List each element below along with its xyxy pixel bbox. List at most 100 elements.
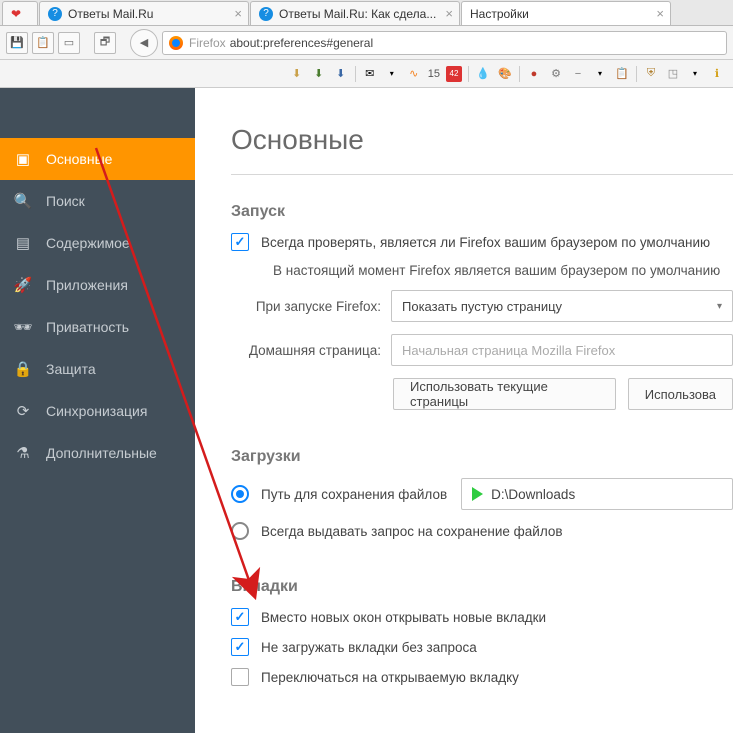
sidebar-item-label: Приложения (46, 277, 128, 293)
info-icon[interactable]: ℹ (709, 66, 725, 82)
sidebar-item-search[interactable]: 🔍 Поиск (0, 180, 195, 222)
download-path-value: D:\Downloads (491, 487, 575, 502)
mailru-icon: ? (48, 7, 62, 21)
tab-label: Ответы Mail.Ru (68, 7, 153, 21)
sidebar-item-sync[interactable]: ⟳Синхронизация (0, 390, 195, 432)
browser-tab-active[interactable]: Настройки × (461, 1, 671, 25)
default-browser-checkbox-row[interactable]: ✓ Всегда проверять, является ли Firefox … (231, 233, 733, 251)
checkbox-label: Переключаться на открываемую вкладку (261, 670, 519, 685)
window-icon: ▣ (14, 150, 32, 168)
use-bookmark-button[interactable]: Использова (628, 378, 733, 410)
divider (231, 174, 733, 175)
tabs-cb1-row[interactable]: ✓ Вместо новых окон открывать новые вкла… (231, 608, 733, 626)
browser-tab[interactable]: ? Ответы Mail.Ru × (39, 1, 249, 25)
preferences-window: ▣ Основные 🔍 Поиск ▤ Содержимое 🚀 Приложения… (0, 88, 733, 733)
section-heading-downloads: Загрузки (231, 448, 733, 466)
separator (519, 66, 520, 82)
radio-unselected[interactable] (231, 522, 249, 540)
sidebar-item-general[interactable]: ▣ Основные (0, 138, 195, 180)
sidebar-item-label: Дополнительные (46, 445, 157, 461)
gear-icon[interactable]: ⚙ (548, 66, 564, 82)
download-path-radio-row[interactable]: Путь для сохранения файлов D:\Downloads (231, 478, 733, 510)
checkbox-checked[interactable]: ✓ (231, 233, 249, 251)
checkbox-label: Не загружать вкладки без запроса (261, 640, 477, 655)
firefox-icon (169, 36, 183, 50)
sidebar-item-apps[interactable]: 🚀 Приложения (0, 264, 195, 306)
preferences-sidebar: ▣ Основные 🔍 Поиск ▤ Содержимое 🚀 Приложения… (0, 88, 195, 733)
beaker-icon: ⚗ (14, 444, 32, 462)
cube-icon[interactable]: ◳ (665, 66, 681, 82)
page-title: Основные (231, 124, 733, 156)
default-browser-status: В настоящий момент Firefox является ваши… (231, 263, 733, 278)
sidebar-item-privacy[interactable]: 🕶 Приватность (0, 306, 195, 348)
input-placeholder: Начальная страница Mozilla Firefox (402, 343, 615, 358)
sidebar-item-label: Содержимое (46, 235, 130, 251)
on-start-select[interactable]: Показать пустую страницу ▾ (391, 290, 733, 322)
browser-tab[interactable]: ? Ответы Mail.Ru: Как сдела... × (250, 1, 460, 25)
tabs-cb3-row[interactable]: ✓ Переключаться на открываемую вкладку (231, 668, 733, 686)
clipboard-icon[interactable]: 📋 (614, 66, 630, 82)
back-button[interactable]: ◀ (130, 29, 158, 57)
download-arrow-icon[interactable]: ⬇ (311, 66, 327, 82)
section-heading-tabs: Вкладки (231, 578, 733, 596)
checkbox-label: Вместо новых окон открывать новые вкладк… (261, 610, 546, 625)
browser-tab-strip: ❤ ? Ответы Mail.Ru × ? Ответы Mail.Ru: К… (0, 0, 733, 26)
download-path-field[interactable]: D:\Downloads (461, 478, 733, 510)
close-icon[interactable]: × (234, 6, 242, 21)
mask-icon: 🕶 (14, 318, 32, 336)
caret-icon: ▾ (384, 66, 400, 82)
homepage-input[interactable]: Начальная страница Mozilla Firefox (391, 334, 733, 366)
preferences-content: Основные Запуск ✓ Всегда проверять, явля… (195, 88, 733, 733)
heart-icon: ❤ (11, 7, 25, 21)
sidebar-item-label: Синхронизация (46, 403, 147, 419)
record-icon[interactable]: ● (526, 66, 542, 82)
use-current-pages-button[interactable]: Использовать текущие страницы (393, 378, 616, 410)
droplet-icon[interactable]: 💧 (475, 66, 491, 82)
calendar-icon[interactable]: 42 (446, 66, 462, 82)
lock-icon: 🔒 (14, 360, 32, 378)
tab-label: Ответы Mail.Ru: Как сдела... (279, 7, 436, 21)
window-icon[interactable]: 🗗 (94, 32, 116, 54)
counter-badge: 15 (428, 68, 440, 80)
sidebar-item-label: Приватность (46, 319, 129, 335)
checkbox-unchecked[interactable]: ✓ (231, 668, 249, 686)
download-arrow-icon[interactable]: ⬇ (333, 66, 349, 82)
rss-icon[interactable]: ∿ (406, 66, 422, 82)
section-heading-startup: Запуск (231, 203, 733, 221)
save-icon[interactable]: 💾 (6, 32, 28, 54)
caret-icon: ▾ (687, 66, 703, 82)
checkbox-checked[interactable]: ✓ (231, 608, 249, 626)
download-ask-radio-row[interactable]: Всегда выдавать запрос на сохранение фай… (231, 522, 733, 540)
tabs-cb2-row[interactable]: ✓ Не загружать вкладки без запроса (231, 638, 733, 656)
identity-label: Firefox (189, 36, 226, 50)
sidebar-item-advanced[interactable]: ⚗ Дополнительные (0, 432, 195, 474)
mail-icon[interactable]: ✉ (362, 66, 378, 82)
tabs-icon[interactable]: ▭ (58, 32, 80, 54)
palette-icon[interactable]: 🎨 (497, 66, 513, 82)
minus-icon[interactable]: − (570, 66, 586, 82)
download-arrow-icon[interactable]: ⬇ (289, 66, 305, 82)
sidebar-item-label: Основные (46, 151, 112, 167)
sidebar-item-label: Поиск (46, 193, 85, 209)
select-value: Показать пустую страницу (402, 299, 562, 314)
copy-icon[interactable]: 📋 (32, 32, 54, 54)
sidebar-item-content[interactable]: ▤ Содержимое (0, 222, 195, 264)
sidebar-item-security[interactable]: 🔒Защита (0, 348, 195, 390)
rocket-icon: 🚀 (14, 276, 32, 294)
url-text: about:preferences#general (230, 36, 373, 50)
pinned-tab[interactable]: ❤ (2, 1, 38, 25)
homepage-label: Домашняя страница: (231, 343, 381, 358)
close-icon[interactable]: × (656, 6, 664, 21)
search-icon: 🔍 (14, 192, 32, 210)
checkbox-checked[interactable]: ✓ (231, 638, 249, 656)
shield-icon[interactable]: ⛨ (643, 66, 659, 82)
close-icon[interactable]: × (445, 6, 453, 21)
checkbox-label: Всегда проверять, является ли Firefox ва… (261, 235, 710, 250)
navigation-toolbar: 💾 📋 ▭ 🗗 ◀ Firefox about:preferences#gene… (0, 26, 733, 60)
separator (636, 66, 637, 82)
document-icon: ▤ (14, 234, 32, 252)
separator (468, 66, 469, 82)
caret-icon: ▾ (592, 66, 608, 82)
radio-selected[interactable] (231, 485, 249, 503)
address-bar[interactable]: Firefox about:preferences#general (162, 31, 727, 55)
